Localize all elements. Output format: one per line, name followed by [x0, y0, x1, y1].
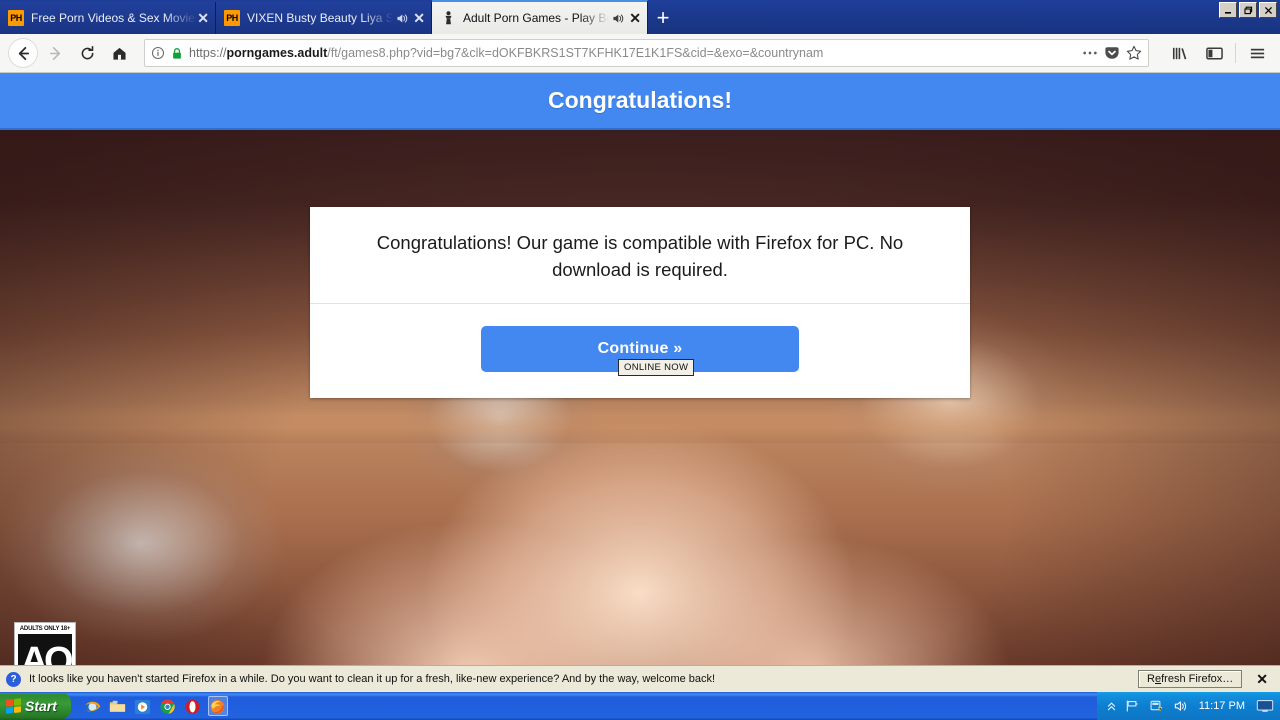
url-scheme: https://: [189, 46, 227, 60]
network-flag-icon[interactable]: [1125, 699, 1140, 713]
speaker-icon[interactable]: [611, 12, 624, 25]
windows-taskbar: Start 11:17 PM: [0, 692, 1280, 720]
speaker-icon[interactable]: [395, 12, 408, 25]
info-icon[interactable]: [151, 46, 165, 60]
online-now-badge: ONLINE NOW: [618, 359, 695, 376]
congratulations-banner: Congratulations!: [0, 73, 1280, 130]
chevron-up-icon[interactable]: [1107, 701, 1116, 712]
tab-close-icon[interactable]: ✕: [629, 11, 641, 25]
library-icon[interactable]: [1165, 38, 1195, 68]
system-tray: 11:17 PM: [1096, 692, 1280, 720]
sidebar-icon[interactable]: [1199, 38, 1229, 68]
tab-close-icon[interactable]: ✕: [413, 11, 425, 25]
tab-title: VIXEN Busty Beauty Liya Silver: [247, 11, 394, 25]
quick-launch-bar: [77, 696, 234, 716]
window-controls: [1219, 2, 1277, 18]
hamburger-menu-icon[interactable]: [1242, 38, 1272, 68]
refresh-firefox-button[interactable]: Refresh Firefox…: [1138, 670, 1243, 688]
pocket-icon[interactable]: [1104, 46, 1120, 61]
start-button[interactable]: Start: [0, 693, 71, 719]
tab-strip: PH Free Porn Videos & Sex Movies - P ✕ P…: [0, 0, 1280, 34]
volume-icon[interactable]: [1173, 699, 1188, 713]
show-desktop-icon[interactable]: [1256, 699, 1274, 713]
home-icon[interactable]: [104, 38, 134, 68]
back-arrow-icon[interactable]: [8, 38, 38, 68]
new-tab-button[interactable]: +: [648, 2, 678, 34]
security-alert-icon[interactable]: [1149, 699, 1164, 713]
url-bar[interactable]: https://porngames.adult/ft/games8.php?vi…: [144, 39, 1149, 67]
notification-close-icon[interactable]: ✕: [1250, 671, 1274, 688]
screen: PH Free Porn Videos & Sex Movies - P ✕ P…: [0, 0, 1280, 720]
esrb-top-line: ADULTS ONLY 18+: [19, 626, 71, 632]
padlock-icon[interactable]: [171, 47, 183, 60]
tab-title: Adult Porn Games - Play Before: [463, 11, 609, 25]
browser-tab-1[interactable]: PH Free Porn Videos & Sex Movies - P ✕: [0, 2, 216, 34]
windows-flag-icon: [6, 698, 21, 714]
esrb-rating-badge: ADULTS ONLY 18+ AO CONTENT RATED BY ESRB: [14, 622, 76, 665]
url-text[interactable]: https://porngames.adult/ft/games8.php?vi…: [189, 46, 1076, 60]
firefox-refresh-notification-bar: ? It looks like you haven't started Fire…: [0, 665, 1280, 692]
button-suffix: fresh Firefox…: [1161, 673, 1234, 685]
question-mark-icon: ?: [6, 671, 21, 687]
browser-tab-3[interactable]: Adult Porn Games - Play Before ✕: [432, 0, 648, 34]
internet-explorer-icon[interactable]: [83, 696, 103, 716]
ellipsis-icon[interactable]: [1082, 46, 1098, 60]
ph-logo-icon: PH: [8, 10, 24, 26]
clock[interactable]: 11:17 PM: [1197, 700, 1247, 712]
opera-icon[interactable]: [183, 696, 203, 716]
file-explorer-icon[interactable]: [108, 696, 128, 716]
button-prefix: R: [1147, 673, 1155, 685]
browser-tab-2[interactable]: PH VIXEN Busty Beauty Liya Silver ✕: [216, 2, 432, 34]
esrb-letters-text: AO: [20, 640, 74, 665]
close-button[interactable]: [1259, 2, 1277, 18]
game-character-icon: [440, 10, 456, 26]
notification-message: It looks like you haven't started Firefo…: [29, 673, 716, 685]
media-player-icon[interactable]: [133, 696, 153, 716]
tab-close-icon[interactable]: ✕: [197, 11, 209, 25]
dialog-footer: Continue »: [310, 304, 970, 398]
page-content: Congratulations! Congratulations! Our ga…: [0, 73, 1280, 665]
navigation-toolbar: https://porngames.adult/ft/games8.php?vi…: [0, 34, 1280, 73]
star-icon[interactable]: [1126, 45, 1142, 61]
esrb-rating-letters: AO: [18, 634, 74, 665]
start-label: Start: [25, 698, 57, 714]
tab-title: Free Porn Videos & Sex Movies - P: [31, 11, 198, 25]
ph-logo-icon: PH: [224, 10, 240, 26]
minimize-button[interactable]: [1219, 2, 1237, 18]
forward-arrow-icon: [40, 38, 70, 68]
dialog-message: Congratulations! Our game is compatible …: [310, 207, 970, 304]
firefox-icon[interactable]: [207, 696, 228, 716]
url-path: /ft/games8.php?vid=bg7&clk=dOKFBKRS1ST7K…: [327, 46, 824, 60]
reload-icon[interactable]: [72, 38, 102, 68]
restore-button[interactable]: [1239, 2, 1257, 18]
toolbar-right: [1159, 38, 1272, 68]
toolbar-separator: [1235, 43, 1236, 63]
firefox-browser-window: PH Free Porn Videos & Sex Movies - P ✕ P…: [0, 0, 1280, 692]
chrome-icon[interactable]: [158, 696, 178, 716]
url-domain: porngames.adult: [226, 46, 328, 60]
